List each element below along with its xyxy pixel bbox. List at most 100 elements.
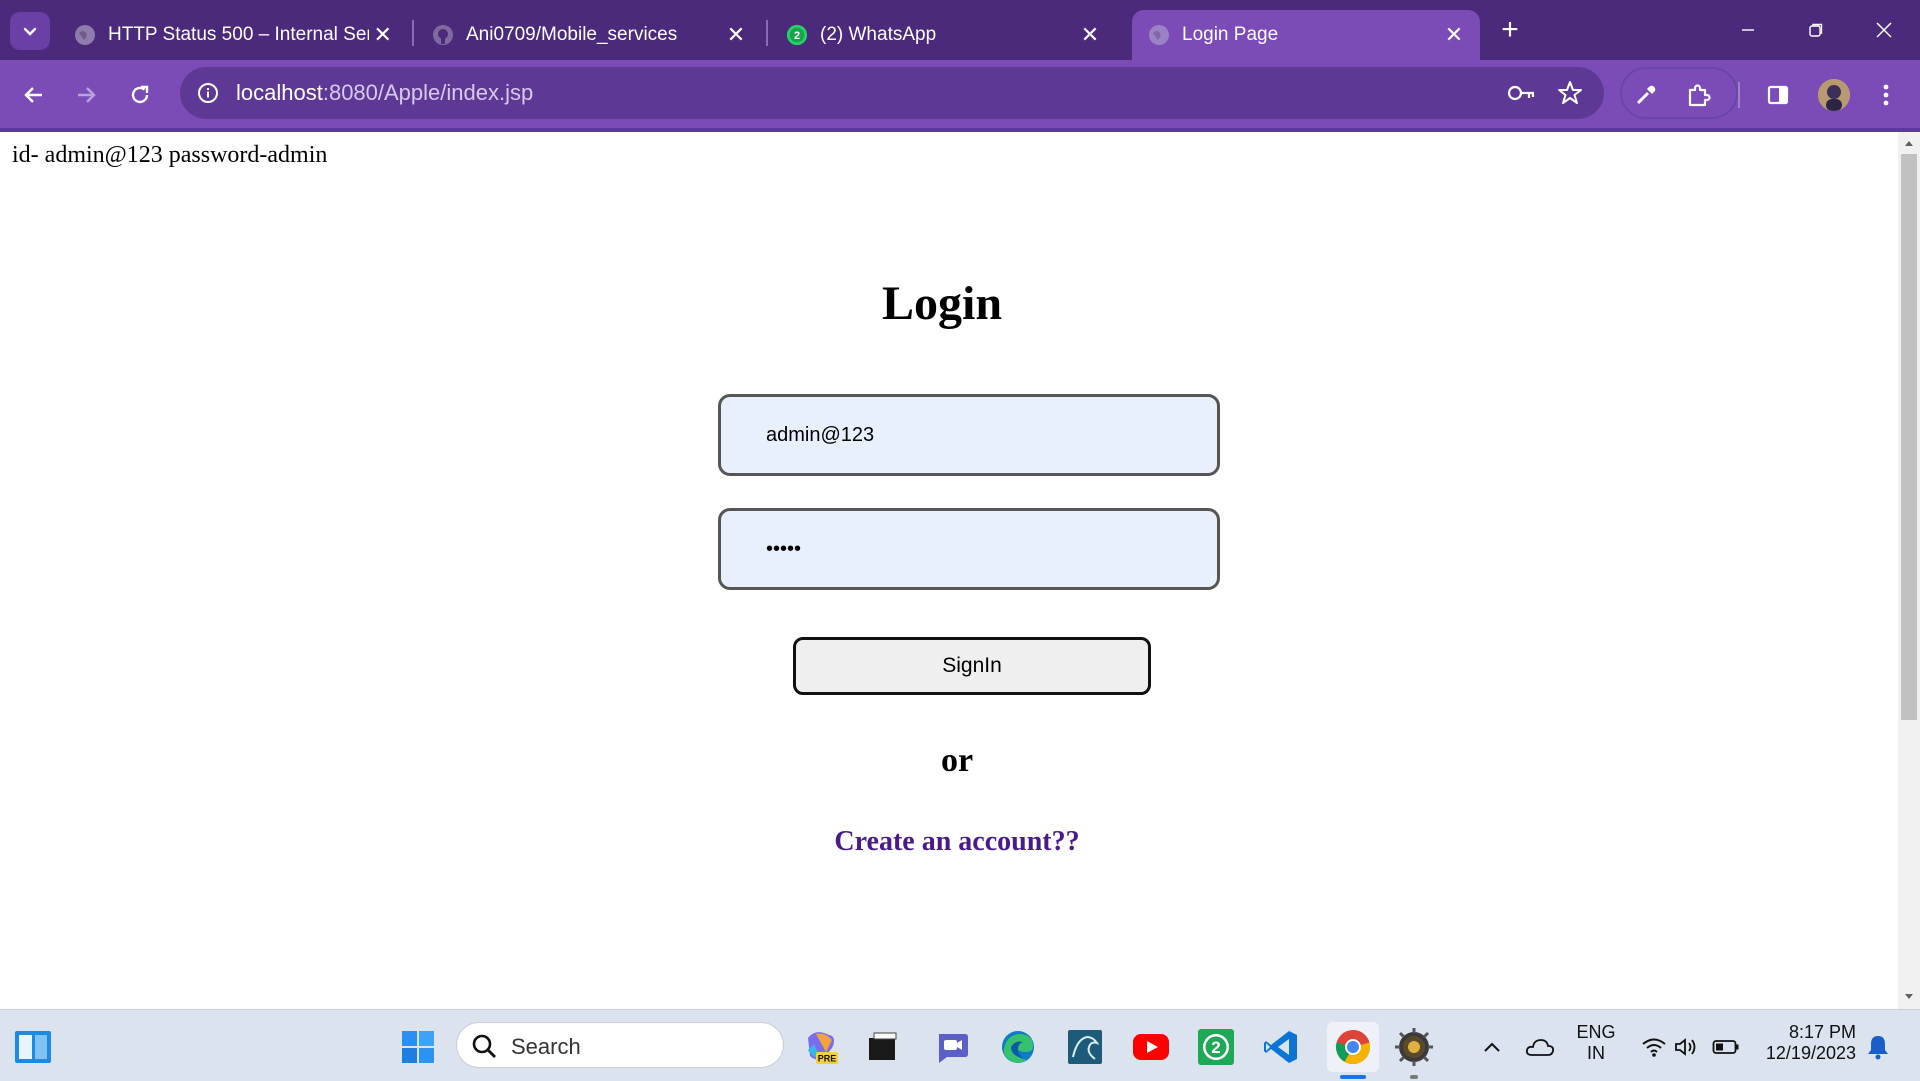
teams-button[interactable] xyxy=(930,1025,974,1069)
tomcat-icon xyxy=(1395,1028,1433,1066)
cloud-icon xyxy=(1525,1039,1555,1056)
puzzle-icon xyxy=(1688,84,1711,107)
close-icon[interactable]: ✕ xyxy=(369,21,396,49)
teams-icon xyxy=(939,1034,968,1063)
vscode-icon xyxy=(1264,1031,1297,1063)
signin-button[interactable]: SignIn xyxy=(793,637,1151,695)
page-content: id- admin@123 password-admin Login SignI… xyxy=(0,132,1898,1009)
tab-divider xyxy=(766,20,768,46)
browser-menu-button[interactable] xyxy=(1868,77,1904,113)
tab-login-page[interactable]: Login Page ✕ xyxy=(1132,10,1480,60)
tab-title: Login Page xyxy=(1182,24,1279,45)
copilot-pre-icon: PRE xyxy=(808,1032,838,1064)
create-account-link[interactable]: Create an account?? xyxy=(0,826,1914,858)
url-text: localhost:8080/Apple/index.jsp xyxy=(236,80,533,106)
eyedropper-extension-button[interactable] xyxy=(1628,77,1664,113)
tab-search-button[interactable] xyxy=(10,12,50,50)
key-icon[interactable] xyxy=(1506,79,1538,107)
username-input[interactable] xyxy=(721,397,1217,473)
tomcat-button[interactable] xyxy=(1392,1025,1436,1069)
battery-status[interactable] xyxy=(1704,1025,1748,1069)
whatsapp-icon: 2 xyxy=(786,24,808,46)
volume-status[interactable] xyxy=(1664,1025,1708,1069)
mysql-workbench-icon xyxy=(1068,1030,1102,1064)
edge-icon xyxy=(1002,1031,1034,1063)
url-host: localhost xyxy=(236,80,323,105)
region-code: IN xyxy=(1587,1043,1605,1063)
widgets-icon xyxy=(15,1031,51,1063)
notification-badge: 2 xyxy=(794,30,800,42)
clock-date: 12/19/2023 xyxy=(1765,1043,1856,1063)
extensions-button[interactable] xyxy=(1680,77,1716,113)
search-placeholder: Search xyxy=(511,1034,581,1059)
battery-icon xyxy=(1712,1040,1739,1054)
vscode-button[interactable] xyxy=(1259,1025,1303,1069)
reload-button[interactable] xyxy=(122,77,158,113)
close-icon[interactable]: ✕ xyxy=(1076,21,1104,49)
youtube-button[interactable] xyxy=(1129,1025,1173,1069)
arrow-left-icon xyxy=(24,87,42,103)
password-input[interactable] xyxy=(721,511,1217,587)
tab-divider xyxy=(412,20,414,46)
tab-strip: HTTP Status 500 – Internal Serv ✕ Ani070… xyxy=(0,0,1920,60)
svg-text:PRE: PRE xyxy=(818,1054,837,1064)
globe-icon xyxy=(74,24,96,46)
clock[interactable]: 8:17 PM 12/19/2023 xyxy=(1752,1022,1864,1064)
start-button[interactable] xyxy=(396,1025,440,1069)
github-icon xyxy=(432,24,454,46)
edge-button[interactable] xyxy=(996,1025,1040,1069)
file-explorer-button[interactable] xyxy=(860,1025,904,1069)
scroll-down-icon[interactable] xyxy=(1898,988,1920,1006)
svg-text:2: 2 xyxy=(1211,1038,1220,1057)
tab-http-status[interactable]: HTTP Status 500 – Internal Serv ✕ xyxy=(58,10,408,60)
password-field[interactable] xyxy=(718,508,1220,590)
url-path: :8080/Apple/index.jsp xyxy=(322,80,534,105)
tab-github[interactable]: Ani0709/Mobile_services ✕ xyxy=(416,10,762,60)
back-button[interactable] xyxy=(16,77,52,113)
restore-button[interactable] xyxy=(1794,10,1838,50)
credentials-hint: id- admin@123 password-admin xyxy=(12,142,328,168)
tab-whatsapp[interactable]: 2 (2) WhatsApp ✕ xyxy=(770,10,1116,60)
restore-icon xyxy=(1809,23,1823,37)
copilot-pre-button[interactable]: PRE xyxy=(799,1025,843,1069)
mysql-workbench-button[interactable] xyxy=(1063,1025,1107,1069)
onedrive-button[interactable] xyxy=(1518,1025,1562,1069)
vertical-scrollbar[interactable] xyxy=(1898,132,1920,1009)
widgets-button[interactable] xyxy=(11,1025,55,1069)
close-icon[interactable]: ✕ xyxy=(722,21,750,49)
show-hidden-icons-button[interactable] xyxy=(1470,1025,1514,1069)
site-info-icon[interactable] xyxy=(192,77,224,109)
scrollbar-thumb[interactable] xyxy=(1901,154,1917,720)
toolbar-divider xyxy=(1738,82,1740,108)
page-title: Login xyxy=(881,277,1003,330)
new-tab-button[interactable]: + xyxy=(1496,13,1524,46)
windows-start-icon xyxy=(402,1031,434,1063)
scroll-up-icon[interactable] xyxy=(1898,134,1920,152)
side-panel-button[interactable] xyxy=(1760,77,1796,113)
more-vertical-icon xyxy=(1883,84,1889,106)
address-bar[interactable]: localhost:8080/Apple/index.jsp xyxy=(180,67,1604,119)
taskbar-search[interactable]: Search xyxy=(456,1022,784,1068)
forward-button[interactable] xyxy=(68,77,104,113)
volume-icon xyxy=(1675,1038,1696,1056)
profile-avatar[interactable] xyxy=(1818,79,1850,111)
side-panel-icon xyxy=(1767,85,1789,105)
close-icon[interactable]: ✕ xyxy=(1440,21,1468,49)
tomcat-running-indicator xyxy=(1410,1075,1418,1079)
notifications-button[interactable] xyxy=(1856,1025,1900,1069)
whatsapp-icon: 2 xyxy=(1198,1029,1234,1065)
search-icon xyxy=(472,1034,496,1058)
close-icon xyxy=(1876,22,1892,38)
username-field[interactable] xyxy=(718,394,1220,476)
chevron-down-icon xyxy=(23,27,37,36)
clock-time: 8:17 PM xyxy=(1788,1022,1856,1042)
avatar-icon xyxy=(1818,79,1850,111)
close-window-button[interactable] xyxy=(1862,10,1906,50)
globe-icon xyxy=(1148,24,1170,46)
bookmark-star-icon[interactable] xyxy=(1554,77,1586,109)
whatsapp-button[interactable]: 2 xyxy=(1194,1025,1238,1069)
chrome-button[interactable] xyxy=(1327,1022,1379,1072)
eyedropper-icon xyxy=(1636,85,1656,105)
minimize-button[interactable] xyxy=(1726,10,1770,50)
language-indicator[interactable]: ENG IN xyxy=(1572,1022,1620,1064)
